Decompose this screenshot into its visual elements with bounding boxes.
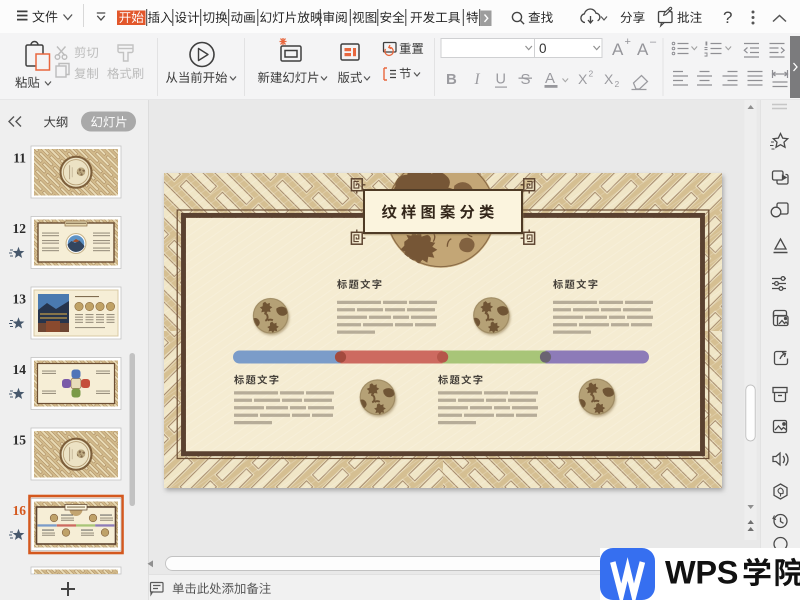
svg-text:11: 11 [13, 151, 26, 166]
svg-text:0: 0 [539, 41, 547, 56]
svg-text:B: B [446, 71, 457, 88]
svg-text:U: U [496, 72, 506, 88]
svg-text:I: I [474, 71, 481, 88]
svg-text:S: S [521, 71, 531, 88]
svg-text:2: 2 [615, 79, 620, 89]
svg-text:16: 16 [13, 503, 27, 518]
svg-text:?: ? [723, 8, 732, 27]
svg-text:X: X [578, 71, 588, 87]
svg-text:2: 2 [589, 69, 594, 79]
svg-text:14: 14 [13, 362, 27, 377]
svg-text:+: + [625, 36, 631, 48]
svg-text:12: 12 [13, 221, 27, 236]
svg-text:13: 13 [13, 292, 27, 307]
svg-text:A: A [612, 40, 624, 59]
svg-text:A: A [545, 70, 555, 87]
svg-text:15: 15 [13, 433, 27, 448]
svg-text:A: A [637, 40, 649, 59]
svg-text:–: – [650, 36, 657, 48]
svg-text:WPS: WPS [665, 555, 738, 591]
svg-text:X: X [604, 71, 614, 87]
